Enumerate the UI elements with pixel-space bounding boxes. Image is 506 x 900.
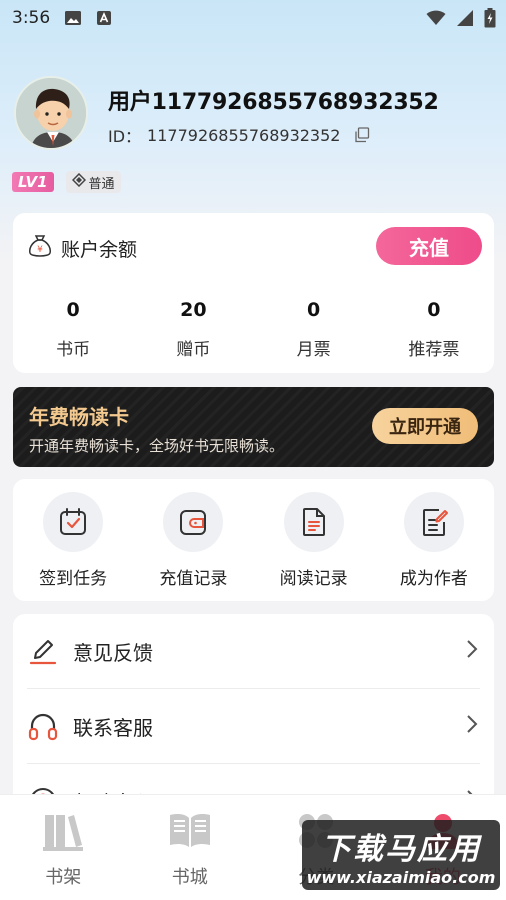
stat-label: 推荐票 — [408, 340, 460, 360]
shortcut-label: 签到任务 — [39, 569, 108, 589]
bookshelf-icon — [41, 809, 85, 857]
user-id-row: ID： 1177926855768932352 — [108, 123, 370, 147]
stat-value: 0 — [66, 299, 80, 321]
menu-item-customer-service[interactable]: 联系客服 — [13, 689, 494, 763]
stat-gift-coins[interactable]: 20 赠币 — [133, 299, 253, 360]
pencil-icon — [27, 635, 59, 667]
settings-menu-card: 意见反馈 联系客服 帮助中心 — [13, 614, 494, 814]
annual-reading-card-banner[interactable]: 年费畅读卡 开通年费畅读卡，全场好书无限畅读。 立即开通 — [13, 387, 494, 467]
status-time: 3:56 — [12, 8, 51, 28]
svg-text:¥: ¥ — [37, 245, 43, 255]
stat-recommend-tickets[interactable]: 0 推荐票 — [374, 299, 494, 360]
tab-bookshelf[interactable]: 书架 — [0, 795, 127, 900]
stat-label: 赠币 — [176, 340, 211, 360]
avatar[interactable] — [14, 76, 88, 150]
stat-value: 20 — [180, 299, 207, 321]
wifi-icon — [426, 10, 446, 31]
balance-title-row: ¥ 账户余额 — [27, 233, 137, 264]
stat-value: 0 — [427, 299, 441, 321]
level-badge: LV1 — [12, 172, 54, 192]
document-icon — [283, 492, 344, 552]
stat-book-coins[interactable]: 0 书币 — [13, 299, 133, 360]
activate-now-button[interactable]: 立即开通 — [372, 408, 478, 444]
shortcut-label: 成为作者 — [399, 569, 468, 589]
shortcut-label: 充值记录 — [159, 569, 228, 589]
stat-monthly-tickets[interactable]: 0 月票 — [254, 299, 374, 360]
shortcut-reading-history[interactable]: 阅读记录 — [254, 479, 374, 601]
edit-document-icon — [403, 492, 464, 552]
copy-icon[interactable] — [354, 127, 370, 143]
book-open-icon — [166, 809, 214, 857]
menu-label: 联系客服 — [73, 715, 153, 740]
vip-description: 开通年费畅读卡，全场好书无限畅读。 — [29, 437, 285, 455]
tab-label: 书城 — [171, 867, 208, 888]
recharge-button[interactable]: 充值 — [376, 227, 482, 265]
member-grade-label: 普通 — [88, 176, 115, 192]
user-id-value: 1177926855768932352 — [147, 125, 341, 145]
shortcut-recharge-history[interactable]: 充值记录 — [133, 479, 253, 601]
stat-value: 0 — [307, 299, 321, 321]
watermark-url: www.xiazaimiao.com — [306, 867, 496, 887]
wallet-icon — [163, 492, 224, 552]
member-grade-badge: 普通 — [65, 171, 121, 193]
stat-label: 月票 — [296, 340, 331, 360]
shortcut-become-author[interactable]: 成为作者 — [374, 479, 494, 601]
money-bag-icon: ¥ — [27, 233, 53, 264]
user-id-label: ID： — [108, 127, 142, 146]
shortcut-label: 阅读记录 — [279, 569, 348, 589]
calendar-check-icon — [43, 492, 104, 552]
headphones-icon — [27, 710, 59, 742]
badges-row: LV1 普通 — [12, 171, 121, 193]
menu-label: 意见反馈 — [73, 640, 153, 665]
balance-title: 账户余额 — [61, 239, 138, 261]
tab-bookstore[interactable]: 书城 — [127, 795, 254, 900]
diamond-icon — [71, 172, 86, 191]
shortcut-checkin-tasks[interactable]: 签到任务 — [13, 479, 133, 601]
status-bar: 3:56 — [0, 0, 506, 36]
watermark-logo: 下载马应用 www.xiazaimiao.com — [302, 820, 500, 890]
text-notification-icon — [96, 10, 112, 26]
balance-stats: 0 书币 20 赠币 0 月票 0 推荐票 — [13, 299, 494, 360]
username: 用户1177926855768932352 — [108, 90, 439, 115]
battery-charging-icon — [484, 8, 496, 33]
vip-title: 年费畅读卡 — [29, 405, 129, 429]
shortcuts-card: 签到任务 充值记录 阅读记录 成为作者 — [13, 479, 494, 601]
signal-icon — [456, 9, 474, 32]
stat-label: 书币 — [56, 340, 91, 360]
chevron-right-icon — [466, 714, 478, 738]
account-balance-card: ¥ 账户余额 充值 0 书币 20 赠币 0 月票 0 推荐票 — [13, 213, 494, 373]
profile-header: 用户1177926855768932352 ID： 117792685576893… — [14, 76, 494, 156]
gallery-icon — [64, 10, 82, 26]
menu-item-feedback[interactable]: 意见反馈 — [13, 614, 494, 688]
chevron-right-icon — [466, 639, 478, 663]
tab-label: 书架 — [45, 867, 82, 888]
watermark-title: 下载马应用 — [321, 831, 481, 867]
